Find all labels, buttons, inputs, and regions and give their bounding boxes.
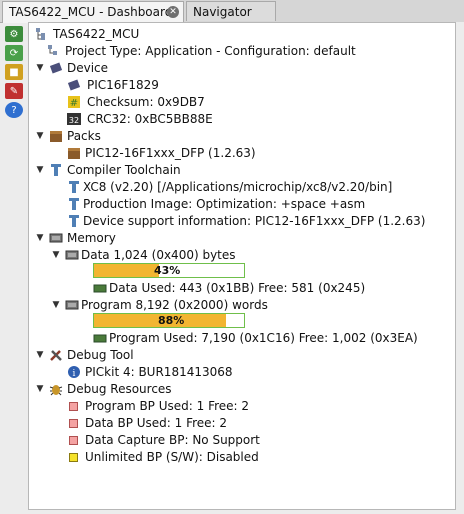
status-square-icon — [69, 436, 78, 445]
memory-label: Memory — [67, 231, 116, 245]
bug-icon — [49, 385, 63, 396]
collapse-triangle-icon[interactable]: ▼ — [35, 347, 45, 364]
help-icon[interactable]: ? — [5, 102, 23, 118]
packs-label: Packs — [67, 129, 101, 143]
data-usage-fill — [94, 264, 159, 277]
compiler-icon — [69, 215, 79, 227]
collapse-triangle-icon[interactable]: ▼ — [35, 60, 45, 77]
collapse-triangle-icon[interactable]: ▼ — [35, 162, 45, 179]
chip-icon — [67, 79, 81, 91]
info-icon: i — [68, 366, 80, 379]
tools-icon — [50, 350, 62, 361]
close-icon[interactable]: ✕ — [167, 6, 179, 18]
status-square-icon — [69, 402, 78, 411]
program-used-text: Program Used: 7,190 (0x1C16) Free: 1,002… — [109, 331, 418, 345]
checksum-icon: # — [68, 96, 80, 109]
tab-navigator-label: Navigator — [193, 5, 252, 19]
package-icon — [50, 131, 62, 142]
data-usage-percent: 43% — [154, 264, 181, 277]
collapse-triangle-icon[interactable]: ▼ — [51, 297, 61, 314]
crc-text: CRC32: 0xBC5BB88E — [87, 112, 213, 126]
tab-dashboard-label: TAS6422_MCU - Dashboard — [9, 5, 173, 19]
compiler-icon — [51, 164, 61, 176]
device-label: Device — [67, 61, 109, 75]
memory-icon — [93, 284, 107, 293]
memory-icon — [65, 300, 79, 310]
data-usage-bar: 43% — [93, 263, 245, 278]
status-square-icon — [69, 419, 78, 428]
debug-tool-item: PICkit 4: BUR181413068 — [85, 365, 233, 379]
scrollbar[interactable] — [456, 22, 464, 510]
tab-dashboard[interactable]: TAS6422_MCU - Dashboard ✕ — [2, 1, 184, 23]
device-name: PIC16F1829 — [87, 78, 159, 92]
device-support: Device support information: PIC12-16F1xx… — [83, 214, 426, 228]
dashboard-tree: TAS6422_MCU Project Type: Application - … — [28, 22, 456, 510]
data-used-text: Data Used: 443 (0x1BB) Free: 581 (0x245) — [109, 281, 366, 295]
collapse-triangle-icon[interactable]: ▼ — [51, 247, 61, 264]
program-usage-bar: 88% — [93, 313, 245, 328]
debug-resources-label: Debug Resources — [67, 382, 172, 396]
program-usage-bar-row: 88% — [93, 313, 245, 330]
compiler-version: XC8 (v2.20) [/Applications/microchip/xc8… — [83, 180, 393, 194]
svg-text:#: # — [70, 98, 78, 109]
memory-icon — [93, 334, 107, 343]
settings-icon[interactable]: ⚙ — [5, 26, 23, 42]
memory-icon[interactable]: ■ — [5, 64, 23, 80]
resource-item-label: Data BP Used: 1 Free: 2 — [85, 416, 228, 430]
compiler-label: Compiler Toolchain — [67, 163, 181, 177]
data-memory-label: Data 1,024 (0x400) bytes — [81, 248, 236, 262]
collapse-triangle-icon[interactable]: ▼ — [35, 381, 45, 398]
compiler-icon — [69, 198, 79, 210]
status-square-icon — [69, 453, 78, 462]
side-toolbar: ⚙ ⟳ ■ ✎ ? — [4, 24, 26, 121]
pack-item: PIC12-16F1xxx_DFP (1.2.63) — [85, 146, 256, 160]
svg-text:i: i — [73, 369, 76, 379]
resource-item-label: Program BP Used: 1 Free: 2 — [85, 399, 250, 413]
program-memory-label: Program 8,192 (0x2000) words — [81, 298, 268, 312]
compiler-icon — [69, 181, 79, 193]
project-icon — [48, 45, 57, 55]
package-icon — [68, 148, 80, 159]
collapse-triangle-icon[interactable]: ▼ — [35, 128, 45, 145]
crc32-icon: 32 — [67, 113, 81, 125]
memory-icon — [49, 233, 63, 243]
data-usage-bar-row: 43% — [93, 263, 245, 280]
chip-icon — [49, 62, 63, 74]
debug-tool-label: Debug Tool — [67, 348, 134, 362]
collapse-triangle-icon[interactable]: ▼ — [35, 230, 45, 247]
program-usage-percent: 88% — [158, 314, 185, 327]
pdf-icon[interactable]: ✎ — [5, 83, 23, 99]
root-label: TAS6422_MCU — [53, 27, 140, 41]
refresh-icon[interactable]: ⟳ — [5, 45, 23, 61]
memory-icon — [65, 250, 79, 260]
project-type-text: Project Type: Application - Configuratio… — [65, 44, 356, 58]
svg-text:32: 32 — [69, 116, 79, 125]
tab-bar: TAS6422_MCU - Dashboard ✕ Navigator — [0, 0, 464, 23]
project-icon — [36, 28, 45, 40]
production-image: Production Image: Optimization: +space +… — [83, 197, 366, 211]
tab-navigator[interactable]: Navigator — [186, 1, 276, 21]
resource-item-label: Data Capture BP: No Support — [85, 433, 260, 447]
checksum-text: Checksum: 0x9DB7 — [87, 95, 205, 109]
resource-item-label: Unlimited BP (S/W): Disabled — [85, 450, 259, 464]
